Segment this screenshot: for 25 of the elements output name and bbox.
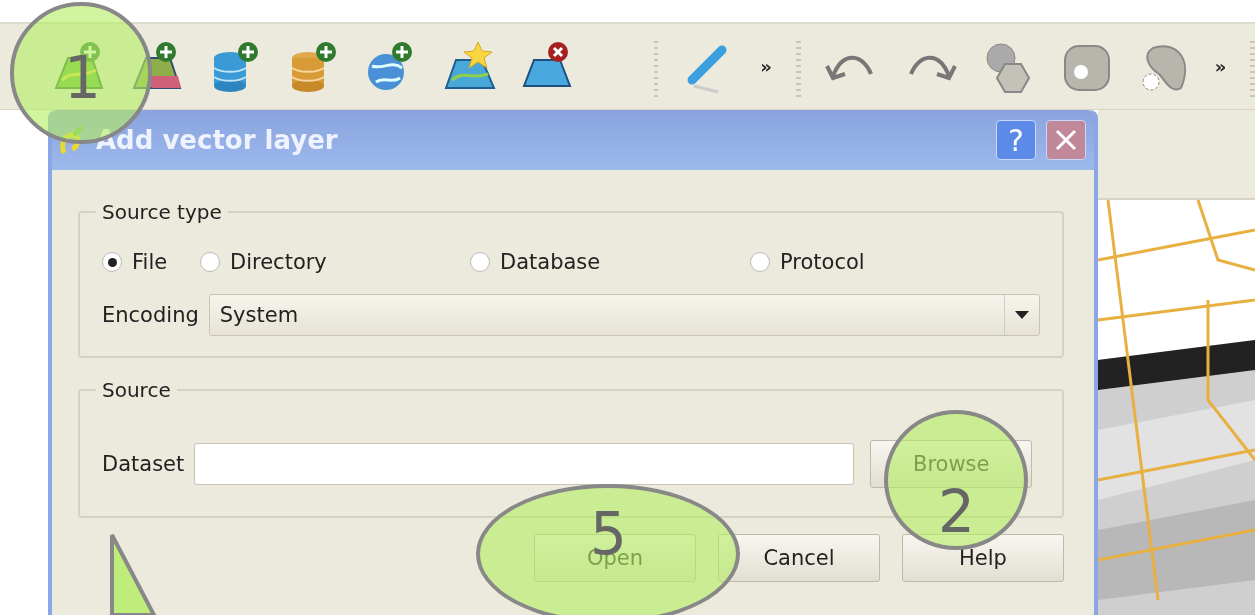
callout-number: 2 [938,490,975,534]
group-title: Source [101,378,172,402]
more-tools-button[interactable]: » [1214,56,1227,77]
radio-label[interactable]: File [132,250,168,274]
radio-button[interactable] [750,252,770,272]
app-logo-icon [60,125,86,155]
dropdown-arrow-icon [1015,311,1029,319]
group-title: Source type [101,200,223,224]
more-tools-button[interactable]: » [760,56,772,77]
dataset-label: Dataset [102,452,185,476]
radio-button[interactable] [470,252,490,272]
help-button[interactable]: Help [902,534,1064,582]
radio-label[interactable]: Protocol [780,250,865,274]
dropdown-value: System [219,303,300,327]
radio-label[interactable]: Directory [230,250,327,274]
encoding-label: Encoding [102,303,199,327]
close-button[interactable] [1046,120,1086,160]
callout-number: 1 [64,56,101,100]
cancel-button[interactable]: Cancel [718,534,880,582]
radio-button[interactable] [102,252,122,272]
encoding-dropdown[interactable]: System [208,294,1040,336]
radio-button[interactable] [200,252,220,272]
close-icon [1054,128,1078,152]
dataset-field[interactable] [194,443,855,485]
radio-label[interactable]: Database [500,250,601,274]
